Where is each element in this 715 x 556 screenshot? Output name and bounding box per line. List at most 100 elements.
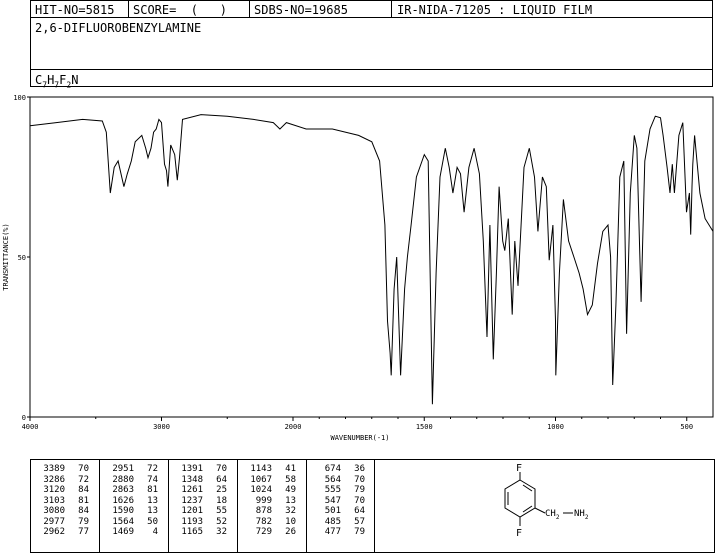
ir-spectrum-chart: 4000 3000 2000 1500 1000 500100500 WAVENUMBER… [2, 94, 714, 442]
fluorine-top-label: F [516, 463, 522, 474]
peak-row: 2951 72 [106, 464, 158, 475]
peak-transmittance: 25 [216, 485, 227, 495]
peak-transmittance: 72 [78, 474, 89, 485]
peak-wavenumber: 1590 [112, 506, 134, 516]
peak-wavenumber: 1564 [112, 516, 134, 527]
peak-wavenumber: 2951 [112, 464, 134, 474]
peak-transmittance: 4 [152, 527, 158, 537]
peak-transmittance: 84 [78, 506, 89, 516]
peak-transmittance: 41 [285, 464, 296, 474]
peak-wavenumber: 1261 [181, 485, 203, 495]
peak-wavenumber: 1469 [112, 527, 134, 537]
peak-wavenumber: 782 [255, 516, 272, 527]
peak-row: 1261 25 [175, 485, 227, 496]
peak-table: 3389 70 3286 72 3120 84 3103 81 3080 84 2977 79 2962… [30, 459, 375, 553]
y-tick-label: 100 [13, 94, 26, 102]
peak-wavenumber: 3389 [43, 464, 65, 474]
x-tick-label: 1500 [416, 423, 433, 431]
peak-row: 477 79 [313, 527, 365, 538]
peak-row: 485 57 [313, 517, 365, 528]
peak-transmittance: 79 [354, 485, 365, 495]
y-tick-label: 0 [22, 414, 26, 422]
peak-row: 3120 84 [37, 485, 89, 496]
peak-row: 2880 74 [106, 475, 158, 486]
peak-transmittance: 13 [147, 506, 158, 516]
peak-transmittance: 64 [216, 474, 227, 485]
peak-wavenumber: 3286 [43, 474, 65, 485]
peak-row: 1391 70 [175, 464, 227, 475]
molecule-structure-diagram: F F CH2 NH2 [504, 463, 589, 539]
peak-column: 1391 70 1348 64 1261 25 1237 18 1201 55 1193 52 1165… [169, 460, 238, 552]
peak-transmittance: 81 [78, 495, 89, 506]
peak-row: 1590 13 [106, 506, 158, 517]
x-axis-label: WAVENUMBER(-1) [330, 434, 389, 442]
peak-transmittance: 70 [354, 495, 365, 506]
methylene-label: CH2 [545, 509, 560, 521]
peak-row: 501 64 [313, 506, 365, 517]
peak-row: 3080 84 [37, 506, 89, 517]
peak-transmittance: 52 [216, 516, 227, 527]
peak-wavenumber: 3080 [43, 506, 65, 516]
peak-wavenumber: 1165 [181, 527, 203, 537]
x-tick-label: 2000 [285, 423, 302, 431]
peak-wavenumber: 1193 [181, 516, 203, 527]
peak-row: 729 26 [244, 527, 296, 538]
peak-wavenumber: 2863 [112, 485, 134, 495]
peak-wavenumber: 564 [324, 474, 341, 485]
peak-wavenumber: 1143 [250, 464, 272, 474]
peak-wavenumber: 1237 [181, 495, 203, 506]
peak-transmittance: 55 [216, 506, 227, 516]
peak-row: 2863 81 [106, 485, 158, 496]
peak-transmittance: 32 [285, 506, 296, 516]
peak-wavenumber: 2962 [43, 527, 65, 537]
peak-transmittance: 74 [147, 474, 158, 485]
peak-transmittance: 13 [285, 495, 296, 506]
peak-wavenumber: 547 [324, 495, 341, 506]
peak-row: 878 32 [244, 506, 296, 517]
peak-row: 999 13 [244, 496, 296, 507]
peak-transmittance: 26 [285, 527, 296, 537]
peak-row: 1237 18 [175, 496, 227, 507]
peak-row: 3103 81 [37, 496, 89, 507]
peak-row: 1469 4 [106, 527, 158, 538]
peak-column: 674 36 564 70 555 79 547 70 501 64 485 57 477 79 [307, 460, 374, 552]
peak-transmittance: 70 [78, 464, 89, 474]
peak-transmittance: 50 [147, 516, 158, 527]
peak-transmittance: 84 [78, 485, 89, 495]
peak-column: 1143 41 1067 58 1024 49 999 13 878 32 782 10 729 26 [238, 460, 307, 552]
peak-row: 1165 32 [175, 527, 227, 538]
peak-transmittance: 70 [354, 474, 365, 485]
peak-transmittance: 79 [354, 527, 365, 537]
peak-row: 1348 64 [175, 475, 227, 486]
peak-row: 1626 13 [106, 496, 158, 507]
peak-wavenumber: 1348 [181, 474, 203, 485]
peak-transmittance: 18 [216, 495, 227, 506]
peak-transmittance: 72 [147, 464, 158, 474]
peak-transmittance: 10 [285, 516, 296, 527]
fluorine-bottom-label: F [516, 528, 522, 539]
peak-transmittance: 32 [216, 527, 227, 537]
peak-transmittance: 49 [285, 485, 296, 495]
y-tick-label: 50 [18, 254, 26, 262]
y-axis-label: TRANSMITTANCE(%) [2, 223, 10, 290]
peak-wavenumber: 1201 [181, 506, 203, 516]
peak-column: 3389 70 3286 72 3120 84 3103 81 3080 84 2977 79 2962… [31, 460, 100, 552]
peak-transmittance: 64 [354, 506, 365, 516]
peak-row: 3389 70 [37, 464, 89, 475]
peak-transmittance: 81 [147, 485, 158, 495]
peak-row: 1564 50 [106, 517, 158, 528]
peak-wavenumber: 878 [255, 506, 272, 516]
peak-transmittance: 58 [285, 474, 296, 485]
peak-wavenumber: 3103 [43, 495, 65, 506]
peak-row: 782 10 [244, 517, 296, 528]
structure-box: F F CH2 NH2 [374, 459, 715, 553]
peak-wavenumber: 485 [324, 516, 341, 527]
amine-label: NH2 [574, 509, 589, 521]
peak-row: 674 36 [313, 464, 365, 475]
peak-transmittance: 36 [354, 464, 365, 474]
transmittance-trace [29, 114, 714, 405]
x-tick-label: 1000 [547, 423, 564, 431]
peak-row: 1201 55 [175, 506, 227, 517]
peak-wavenumber: 2880 [112, 474, 134, 485]
peak-wavenumber: 501 [324, 506, 341, 516]
